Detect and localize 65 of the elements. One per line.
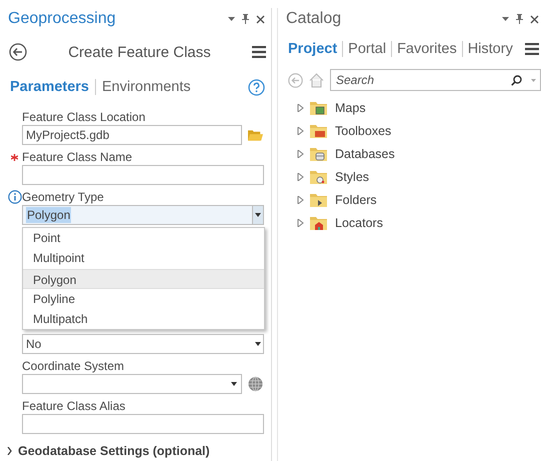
- home-icon[interactable]: [309, 72, 324, 88]
- tab[interactable]: Portal: [348, 41, 386, 57]
- search-field[interactable]: Search: [330, 69, 541, 91]
- field-label: Feature Class Alias: [22, 399, 126, 414]
- dropdown[interactable]: No: [22, 334, 264, 354]
- dropdown-option[interactable]: Point: [23, 228, 264, 248]
- section-header[interactable]: Geodatabase Settings (optional): [7, 444, 263, 458]
- tab[interactable]: History: [468, 41, 513, 57]
- tree-item[interactable]: Maps: [335, 100, 366, 114]
- tab[interactable]: Project: [288, 41, 338, 57]
- field-label: Geometry Type: [22, 190, 104, 204]
- map-folder-icon: [310, 100, 327, 114]
- menu-icon[interactable]: [252, 46, 266, 58]
- folder-icon: [310, 192, 327, 206]
- dropdown[interactable]: [22, 374, 242, 394]
- tab[interactable]: Favorites: [397, 41, 457, 57]
- field-label: Feature Class Name: [22, 150, 132, 164]
- close-icon[interactable]: [530, 14, 539, 24]
- input-field[interactable]: MyProject5.gdb: [22, 125, 242, 145]
- dropdown-caret-icon[interactable]: [228, 16, 235, 22]
- locator-folder-icon: [310, 216, 327, 230]
- dropdown-caret-icon[interactable]: [502, 16, 509, 22]
- database-folder-icon: [310, 146, 327, 160]
- dropdown-option[interactable]: Polygon: [23, 268, 264, 289]
- folder-icon[interactable]: [248, 129, 263, 141]
- menu-icon[interactable]: [525, 43, 539, 55]
- close-icon[interactable]: [256, 14, 265, 24]
- tree-item[interactable]: Styles: [335, 170, 370, 184]
- expand-arrow-icon[interactable]: [297, 126, 304, 134]
- tab[interactable]: Parameters: [10, 79, 89, 95]
- dropdown[interactable]: Polygon: [22, 205, 264, 225]
- caret-icon: [231, 382, 237, 386]
- expand-arrow-icon[interactable]: [297, 172, 304, 180]
- tab[interactable]: Environments: [102, 79, 191, 95]
- tool-title: Create Feature Class: [68, 44, 211, 60]
- tree-item[interactable]: Locators: [335, 216, 383, 230]
- field-label: Feature Class Location: [22, 110, 146, 124]
- search-icon[interactable]: [511, 74, 522, 86]
- tree-item[interactable]: Folders: [335, 192, 377, 206]
- help-icon[interactable]: [248, 78, 265, 96]
- input-field[interactable]: [22, 414, 264, 434]
- expand-arrow-icon[interactable]: [297, 218, 304, 226]
- expand-arrow-icon[interactable]: [297, 196, 304, 204]
- field-label: Coordinate System: [22, 359, 124, 374]
- expand-arrow-icon[interactable]: [297, 104, 304, 112]
- toolbox-folder-icon: [310, 124, 327, 138]
- tree-item[interactable]: Toolboxes: [335, 124, 392, 138]
- info-icon[interactable]: [8, 190, 22, 204]
- dropdown-option[interactable]: Polyline: [23, 288, 264, 310]
- caret-icon: [255, 342, 261, 346]
- caret-icon[interactable]: [531, 78, 536, 82]
- pane-title: Geoprocessing: [8, 10, 116, 28]
- dropdown-option[interactable]: Multipatch: [23, 309, 264, 330]
- pin-icon[interactable]: [516, 14, 523, 24]
- style-folder-icon: [310, 170, 327, 184]
- chevron-icon: [7, 447, 12, 456]
- pin-icon[interactable]: [242, 14, 249, 24]
- caret-icon: [255, 213, 261, 217]
- dropdown-option[interactable]: Multipoint: [23, 248, 264, 269]
- pane-title: Catalog: [286, 10, 342, 28]
- input-field[interactable]: [22, 165, 264, 185]
- tree-item[interactable]: Databases: [335, 146, 395, 160]
- expand-arrow-icon[interactable]: [297, 150, 304, 158]
- back-icon[interactable]: [9, 43, 27, 61]
- globe-icon[interactable]: [248, 376, 263, 392]
